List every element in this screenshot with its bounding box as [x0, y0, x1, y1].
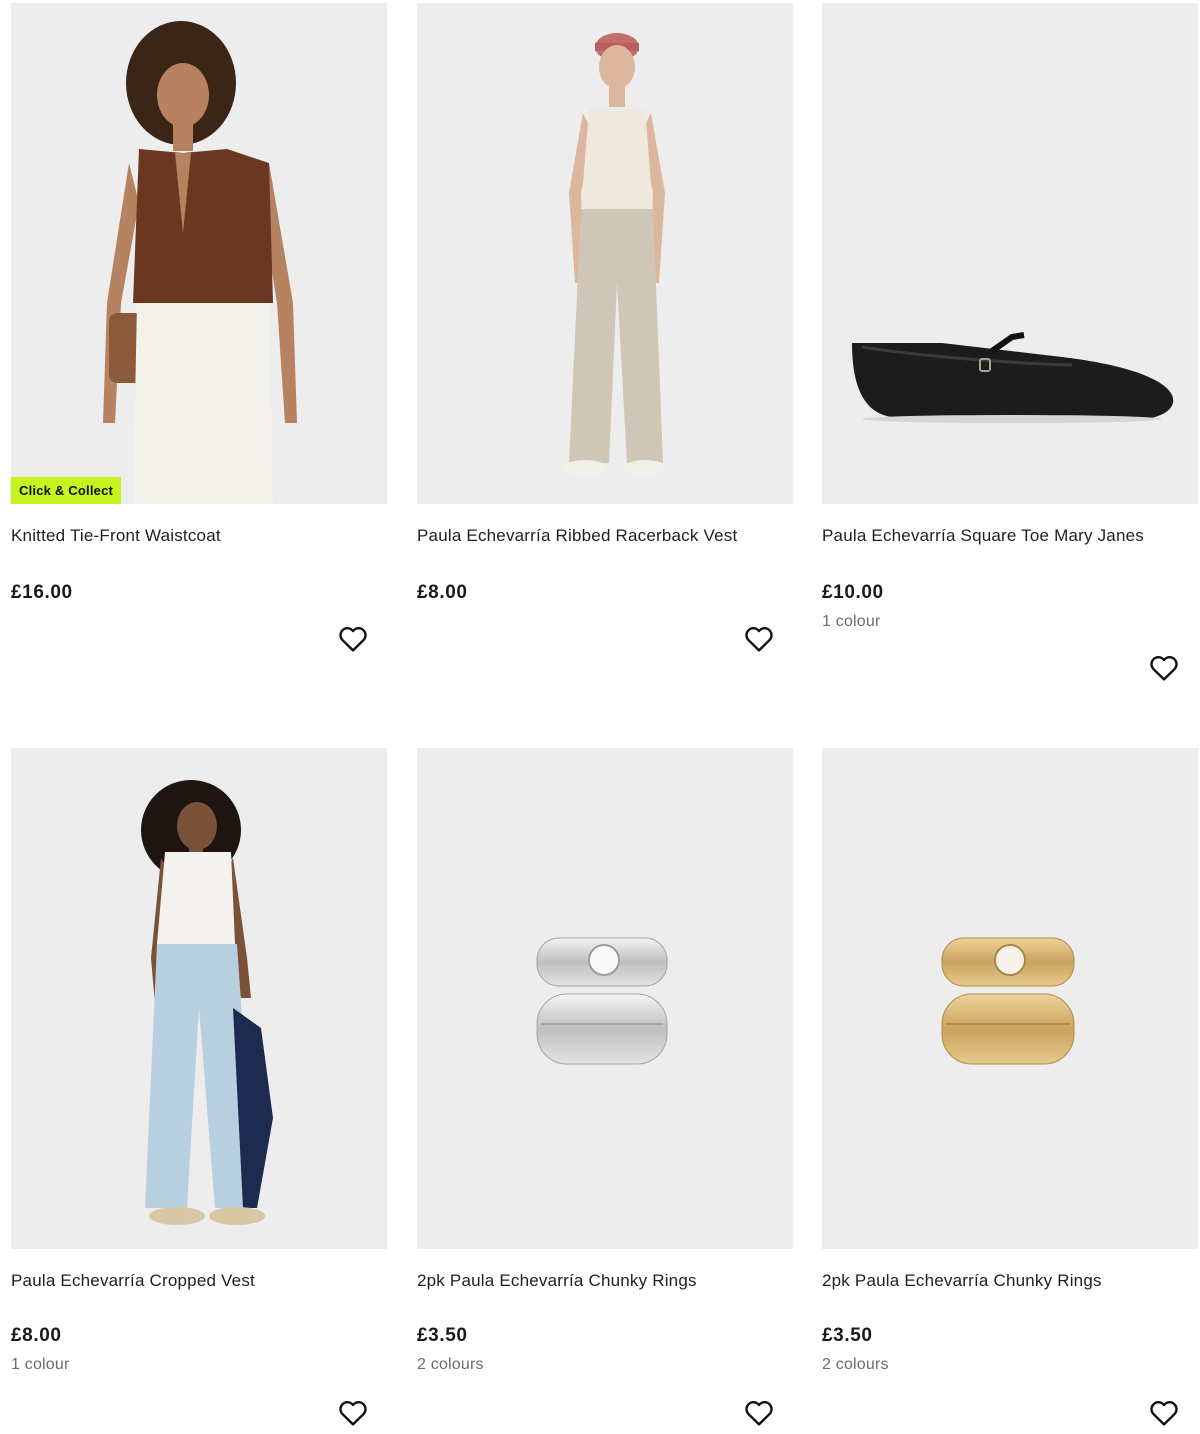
product-price: £8.00	[11, 1325, 62, 1346]
product-image[interactable]	[822, 748, 1198, 1249]
heart-icon[interactable]	[337, 623, 369, 655]
product-name[interactable]: Paula Echevarría Cropped Vest	[11, 1271, 255, 1291]
product-name[interactable]: Paula Echevarría Square Toe Mary Janes	[822, 526, 1144, 546]
product-image[interactable]: Click & Collect	[11, 3, 387, 504]
product-name[interactable]: 2pk Paula Echevarría Chunky Rings	[417, 1271, 697, 1291]
product-price: £3.50	[822, 1325, 873, 1346]
product-card[interactable]: Paula Echevarría Cropped Vest £8.00 1 co…	[11, 748, 387, 1432]
product-colours: 2 colours	[417, 1356, 484, 1373]
heart-icon[interactable]	[743, 1397, 775, 1429]
heart-icon[interactable]	[337, 1397, 369, 1429]
product-card[interactable]: Paula Echevarría Ribbed Racerback Vest £…	[417, 3, 793, 703]
heart-icon[interactable]	[1148, 652, 1180, 684]
product-image[interactable]	[417, 748, 793, 1249]
product-price: £3.50	[417, 1325, 468, 1346]
product-name[interactable]: Paula Echevarría Ribbed Racerback Vest	[417, 526, 737, 546]
product-card[interactable]: Paula Echevarría Square Toe Mary Janes £…	[822, 3, 1198, 703]
heart-icon[interactable]	[1148, 1397, 1180, 1429]
product-price: £16.00	[11, 582, 73, 603]
product-colours: 1 colour	[822, 613, 881, 630]
product-card[interactable]: Click & Collect Knitted Tie-Front Waistc…	[11, 3, 387, 703]
product-colours: 2 colours	[822, 1356, 889, 1373]
click-and-collect-badge: Click & Collect	[11, 477, 122, 504]
product-price: £10.00	[822, 582, 884, 603]
product-image[interactable]	[11, 748, 387, 1249]
product-price: £8.00	[417, 582, 468, 603]
product-image[interactable]	[822, 3, 1198, 504]
heart-icon[interactable]	[743, 623, 775, 655]
product-image[interactable]	[417, 3, 793, 504]
product-name[interactable]: Knitted Tie-Front Waistcoat	[11, 526, 221, 546]
product-card[interactable]: 2pk Paula Echevarría Chunky Rings £3.50 …	[822, 748, 1198, 1432]
product-card[interactable]: 2pk Paula Echevarría Chunky Rings £3.50 …	[417, 748, 793, 1432]
product-colours: 1 colour	[11, 1356, 70, 1373]
product-name[interactable]: 2pk Paula Echevarría Chunky Rings	[822, 1271, 1102, 1291]
